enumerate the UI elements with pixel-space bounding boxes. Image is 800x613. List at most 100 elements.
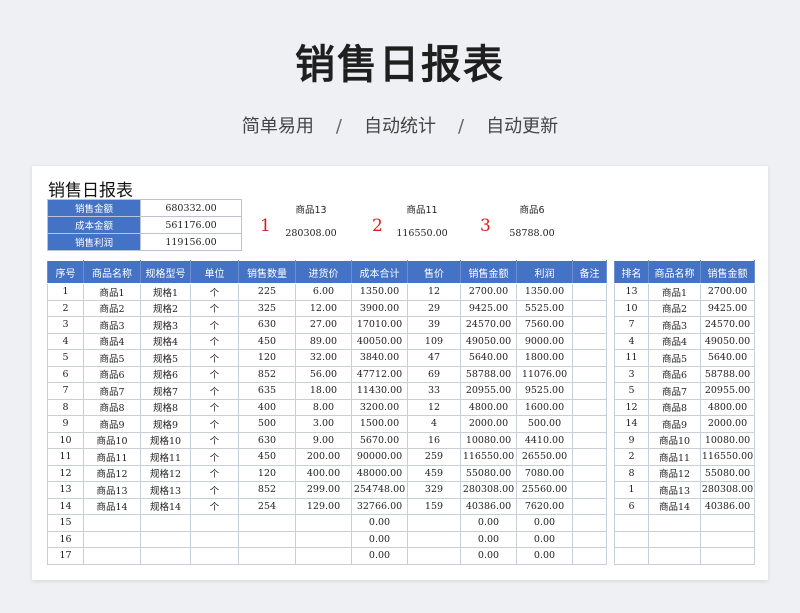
cell-qty[interactable]: 254 [238,497,296,515]
cell-sales-amount[interactable]: 4800.00 [460,398,517,416]
cell-sales-amount[interactable]: 116550.00 [460,448,517,466]
cell-profit[interactable]: 7620.00 [516,497,573,515]
cell-sales-amount[interactable] [700,547,755,565]
cell-price[interactable]: 12 [407,398,461,416]
cell-unit[interactable]: 个 [190,332,239,350]
cell-index[interactable]: 2 [47,299,84,317]
cell-spec[interactable]: 规格2 [140,299,191,317]
cell-profit[interactable]: 5525.00 [516,299,573,317]
cell-product[interactable]: 商品13 [648,481,701,499]
cell-index[interactable]: 15 [47,514,84,532]
cell-rank[interactable]: 1 [614,481,649,499]
cell-rank[interactable]: 3 [614,365,649,383]
cell-price[interactable]: 29 [407,299,461,317]
cell-sales-amount[interactable]: 0.00 [460,514,517,532]
cell-rank[interactable] [614,530,649,548]
cell-spec[interactable]: 规格5 [140,349,191,367]
cell-cost-total[interactable]: 0.00 [351,530,408,548]
cell-unit[interactable]: 个 [190,349,239,367]
cell-sales-amount[interactable]: 280308.00 [700,481,755,499]
cell-unit[interactable]: 个 [190,415,239,433]
cell-rank[interactable]: 4 [614,332,649,350]
cell-qty[interactable]: 450 [238,448,296,466]
cell-remark[interactable] [572,299,607,317]
cell-sales-amount[interactable]: 20955.00 [460,382,517,400]
cell-price[interactable]: 259 [407,448,461,466]
cell-product[interactable]: 商品5 [83,349,141,367]
cell-purchase-price[interactable]: 129.00 [295,497,352,515]
cell-sales-amount[interactable]: 0.00 [460,530,517,548]
cell-qty[interactable]: 400 [238,398,296,416]
cell-index[interactable]: 10 [47,431,84,449]
cell-sales-amount[interactable]: 2700.00 [460,283,517,301]
cell-product[interactable] [648,530,701,548]
cell-rank[interactable]: 11 [614,349,649,367]
cell-sales-amount[interactable]: 40386.00 [700,497,755,515]
cell-remark[interactable] [572,415,607,433]
cell-unit[interactable]: 个 [190,316,239,334]
cell-unit[interactable]: 个 [190,365,239,383]
cell-index[interactable]: 16 [47,530,84,548]
cell-rank[interactable] [614,514,649,532]
cell-index[interactable]: 7 [47,382,84,400]
cell-price[interactable]: 329 [407,481,461,499]
cell-purchase-price[interactable]: 6.00 [295,283,352,301]
column-header-spec[interactable]: 规格型号 [140,260,191,284]
cell-profit[interactable]: 1600.00 [516,398,573,416]
column-header-qty[interactable]: 销售数量 [238,260,296,284]
cell-index[interactable]: 13 [47,481,84,499]
cell-profit[interactable]: 9525.00 [516,382,573,400]
cell-purchase-price[interactable]: 3.00 [295,415,352,433]
cell-sales-amount[interactable]: 5640.00 [460,349,517,367]
cell-product[interactable]: 商品5 [648,349,701,367]
column-header-rank[interactable]: 排名 [614,260,649,284]
cell-profit[interactable]: 7560.00 [516,316,573,334]
cell-remark[interactable] [572,481,607,499]
cell-sales-amount[interactable]: 49050.00 [700,332,755,350]
cell-remark[interactable] [572,514,607,532]
cell-sales-amount[interactable]: 10080.00 [700,431,755,449]
cell-product[interactable]: 商品9 [648,415,701,433]
cell-qty[interactable] [238,514,296,532]
cell-remark[interactable] [572,382,607,400]
cell-index[interactable]: 9 [47,415,84,433]
cell-purchase-price[interactable]: 89.00 [295,332,352,350]
column-header-purchase-price[interactable]: 进货价 [295,260,352,284]
cell-product[interactable]: 商品7 [648,382,701,400]
cell-rank[interactable]: 13 [614,283,649,301]
cell-cost-total[interactable]: 5670.00 [351,431,408,449]
cell-price[interactable]: 39 [407,316,461,334]
cell-product[interactable]: 商品7 [83,382,141,400]
cell-sales-amount[interactable]: 9425.00 [460,299,517,317]
summary-value[interactable]: 680332.00 [140,199,242,217]
cell-index[interactable]: 8 [47,398,84,416]
cell-qty[interactable]: 450 [238,332,296,350]
cell-unit[interactable]: 个 [190,299,239,317]
cell-profit[interactable]: 7080.00 [516,464,573,482]
cell-unit[interactable]: 个 [190,283,239,301]
cell-sales-amount[interactable]: 280308.00 [460,481,517,499]
cell-product[interactable] [83,547,141,565]
cell-product[interactable]: 商品9 [83,415,141,433]
cell-unit[interactable]: 个 [190,448,239,466]
cell-product[interactable]: 商品14 [648,497,701,515]
cell-cost-total[interactable]: 17010.00 [351,316,408,334]
cell-index[interactable]: 17 [47,547,84,565]
column-header-price[interactable]: 售价 [407,260,461,284]
cell-product[interactable]: 商品8 [648,398,701,416]
cell-spec[interactable]: 规格4 [140,332,191,350]
cell-product[interactable] [648,514,701,532]
cell-sales-amount[interactable]: 49050.00 [460,332,517,350]
cell-remark[interactable] [572,431,607,449]
cell-sales-amount[interactable]: 2000.00 [700,415,755,433]
cell-index[interactable]: 11 [47,448,84,466]
cell-product[interactable]: 商品1 [83,283,141,301]
cell-sales-amount[interactable]: 2700.00 [700,283,755,301]
cell-sales-amount[interactable] [700,530,755,548]
cell-purchase-price[interactable]: 9.00 [295,431,352,449]
cell-rank[interactable]: 5 [614,382,649,400]
cell-cost-total[interactable]: 3200.00 [351,398,408,416]
cell-spec[interactable]: 规格7 [140,382,191,400]
cell-sales-amount[interactable]: 9425.00 [700,299,755,317]
cell-spec[interactable] [140,547,191,565]
